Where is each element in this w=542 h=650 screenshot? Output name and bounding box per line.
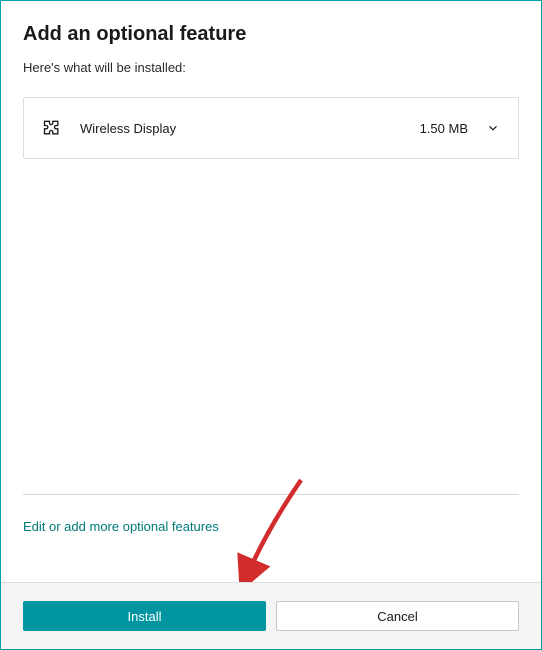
dialog-subtitle: Here's what will be installed: <box>23 60 519 75</box>
cancel-button[interactable]: Cancel <box>276 601 519 631</box>
feature-size-label: 1.50 MB <box>420 121 468 136</box>
dialog-title: Add an optional feature <box>23 23 519 46</box>
feature-row[interactable]: Wireless Display 1.50 MB <box>23 97 519 159</box>
install-button[interactable]: Install <box>23 601 266 631</box>
chevron-down-icon <box>486 121 500 135</box>
edit-more-link[interactable]: Edit or add more optional features <box>23 519 519 534</box>
puzzle-icon <box>42 118 62 138</box>
feature-name-label: Wireless Display <box>80 121 420 136</box>
dialog-footer: Install Cancel <box>1 582 541 649</box>
divider <box>23 494 519 495</box>
